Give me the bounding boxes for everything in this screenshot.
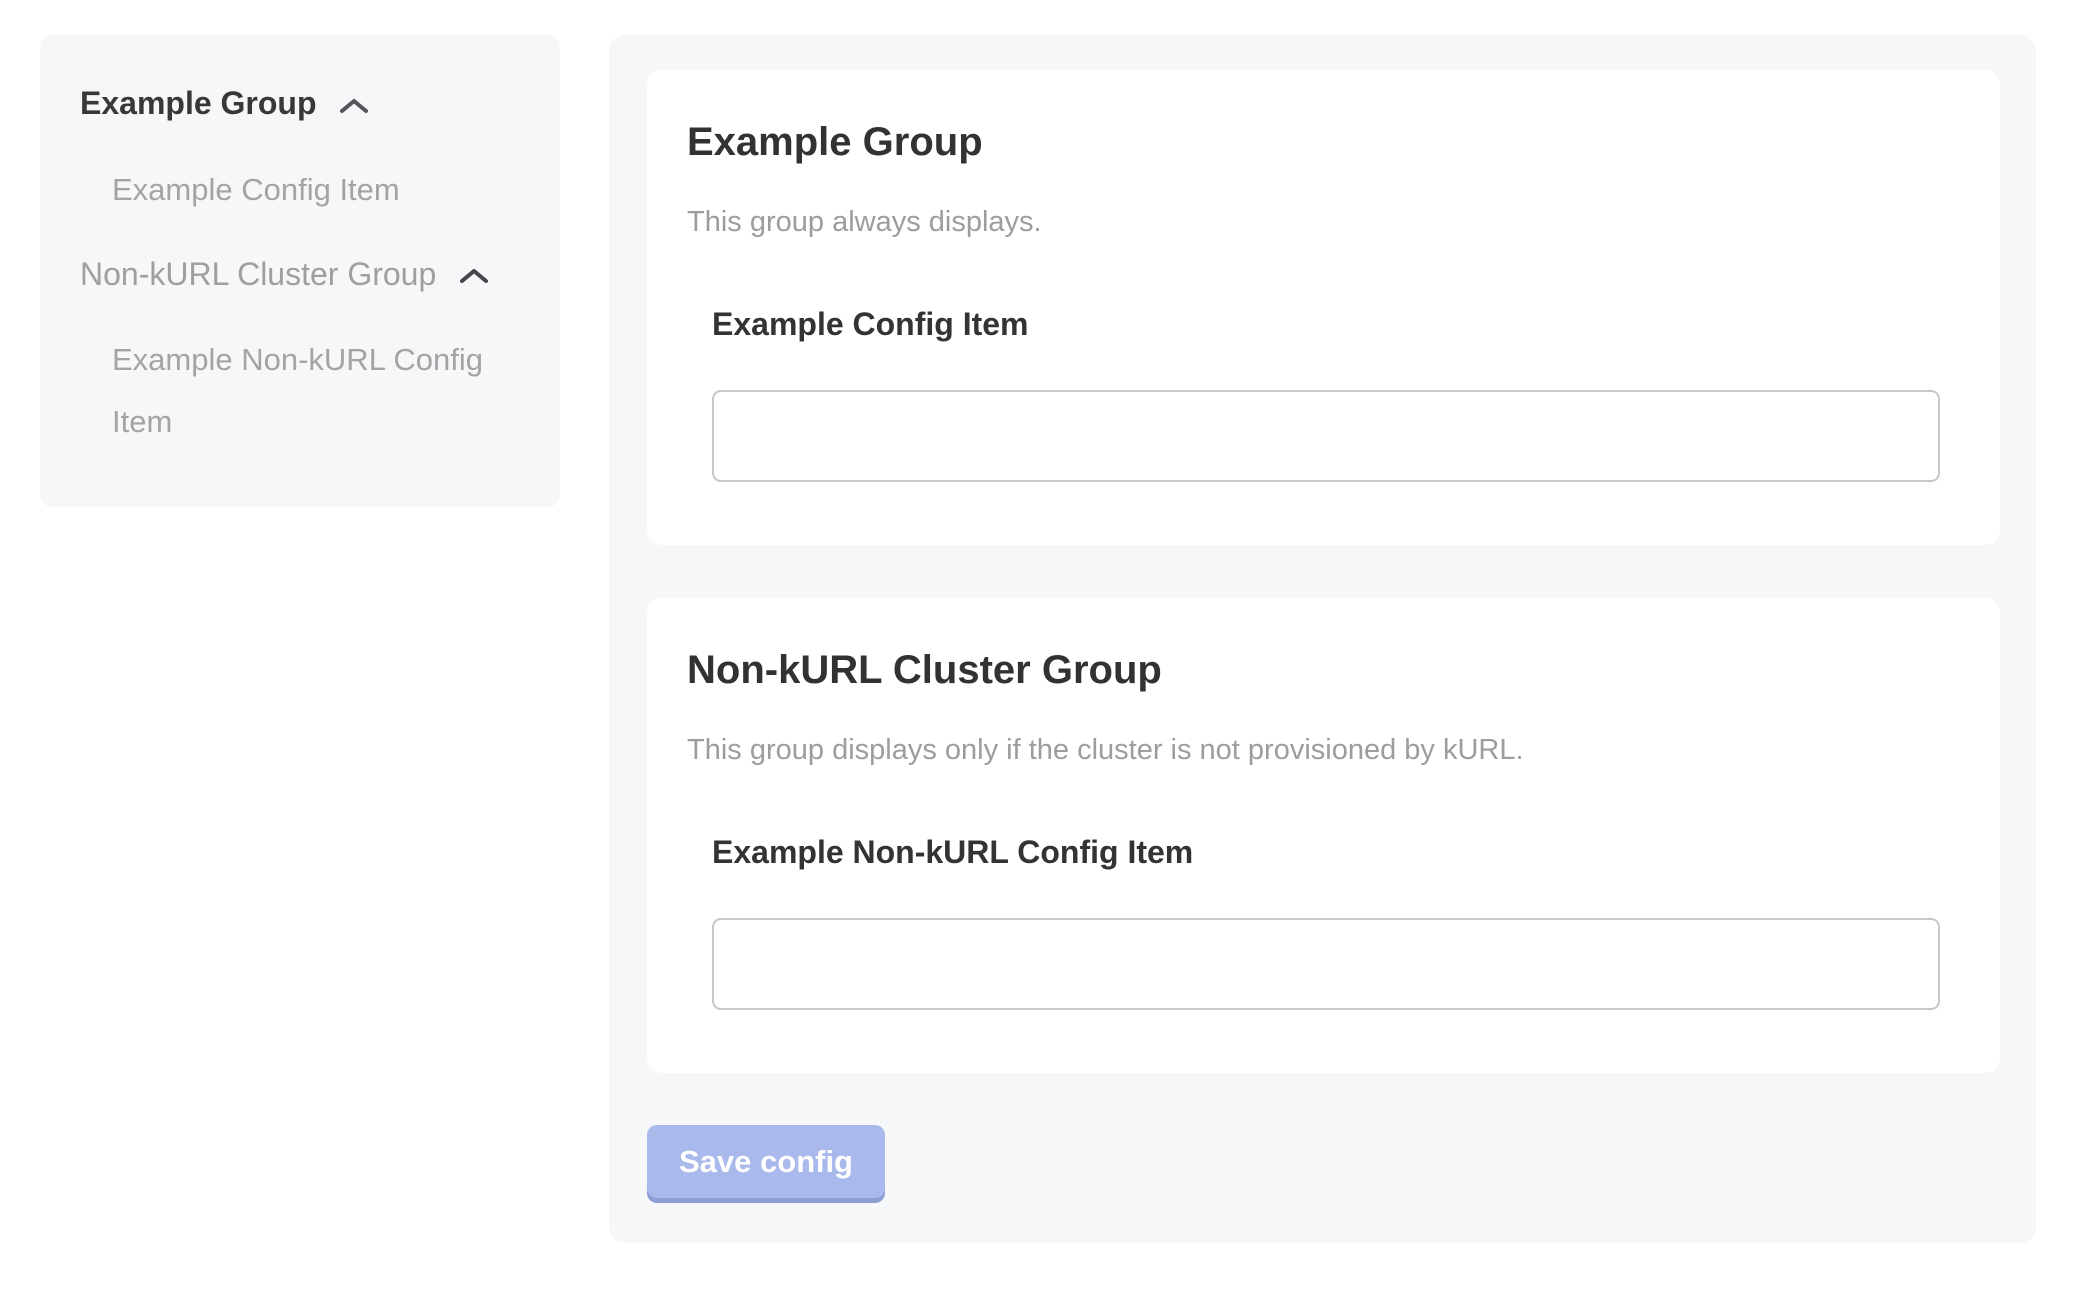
- config-group-card-example-group: Example Group This group always displays…: [647, 70, 2000, 545]
- config-group-card-non-kurl-cluster-group: Non-kURL Cluster Group This group displa…: [647, 598, 2000, 1073]
- group-description: This group always displays.: [687, 204, 1940, 240]
- config-item: Example Config Item: [712, 304, 1940, 482]
- sidebar-group-label: Non-kURL Cluster Group: [80, 256, 436, 292]
- config-item-label: Example Config Item: [712, 304, 1940, 344]
- group-description: This group displays only if the cluster …: [687, 732, 1940, 768]
- config-item-label: Example Non-kURL Config Item: [712, 832, 1940, 872]
- config-nav-sidebar: Example Group Example Config Item Non-kU…: [40, 35, 560, 507]
- chevron-up-icon: [459, 242, 489, 304]
- sidebar-group-label: Example Group: [80, 85, 317, 121]
- sidebar-group-non-kurl-cluster-group[interactable]: Non-kURL Cluster Group: [80, 243, 520, 308]
- example-config-item-input[interactable]: [712, 390, 1940, 482]
- sidebar-group-example-group[interactable]: Example Group: [80, 72, 520, 137]
- config-item: Example Non-kURL Config Item: [712, 832, 1940, 1010]
- chevron-up-icon: [339, 72, 369, 134]
- sidebar-item-example-non-kurl-config-item[interactable]: Example Non-kURL Config Item: [112, 329, 484, 453]
- example-non-kurl-config-item-input[interactable]: [712, 918, 1940, 1010]
- save-config-button[interactable]: Save config: [647, 1125, 885, 1198]
- group-title: Non-kURL Cluster Group: [687, 646, 1940, 694]
- sidebar-item-example-config-item[interactable]: Example Config Item: [112, 159, 484, 221]
- config-area: Example Group This group always displays…: [609, 35, 2036, 1243]
- group-title: Example Group: [687, 118, 1940, 166]
